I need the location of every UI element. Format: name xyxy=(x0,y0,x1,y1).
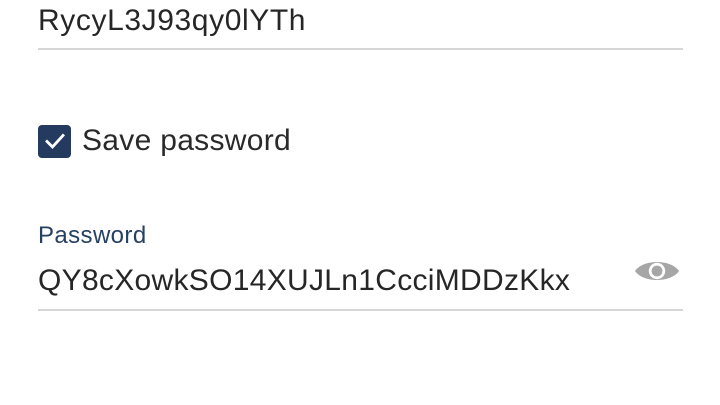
password-value[interactable]: QY8cXowkSO14XUJLn1CcciMDDzKkx xyxy=(38,264,570,298)
username-underline xyxy=(38,48,683,50)
password-label: Password xyxy=(38,222,147,249)
save-password-label: Save password xyxy=(82,124,292,157)
password-underline xyxy=(38,309,683,311)
username-field[interactable]: RycyL3J93qy0lYTh xyxy=(38,0,683,50)
password-field[interactable]: Password QY8cXowkSO14XUJLn1CcciMDDzKkx xyxy=(38,222,683,311)
save-password-row[interactable]: Save password xyxy=(38,124,291,158)
username-value[interactable]: RycyL3J93qy0lYTh xyxy=(38,4,306,38)
checkmark-icon xyxy=(44,133,65,150)
toggle-password-visibility-button[interactable] xyxy=(633,255,681,287)
save-password-checkbox[interactable] xyxy=(38,124,71,158)
eye-icon xyxy=(635,262,679,280)
